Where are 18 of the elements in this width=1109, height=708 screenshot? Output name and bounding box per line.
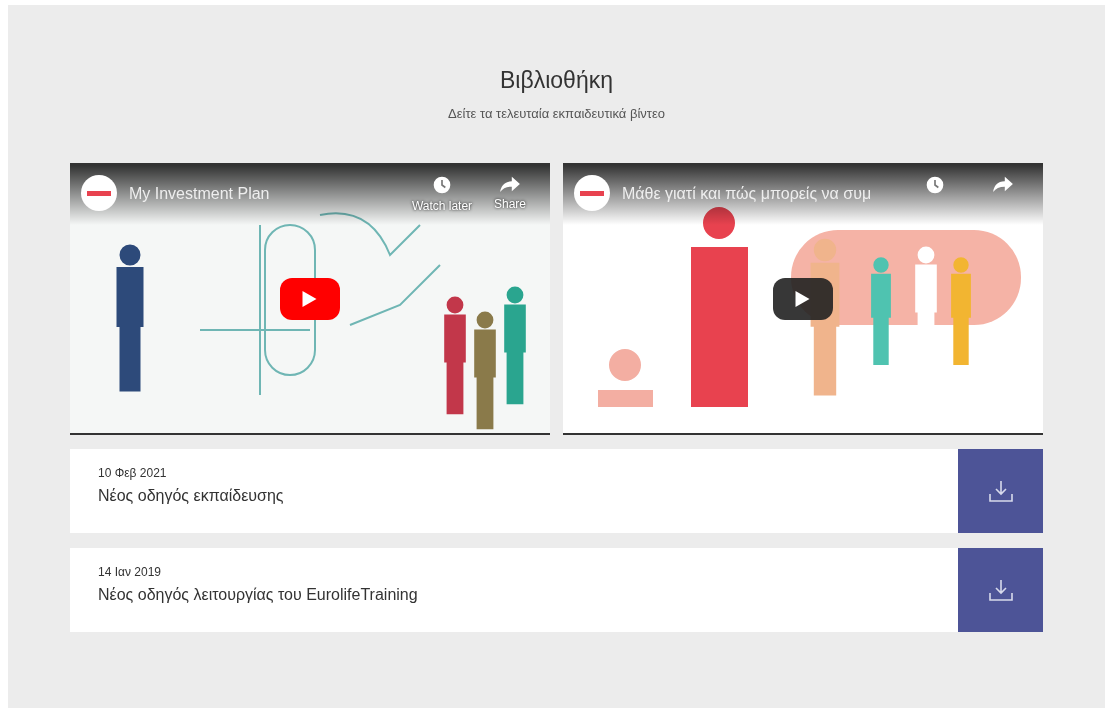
play-icon: [302, 290, 318, 308]
document-date: 10 Φεβ 2021: [98, 465, 168, 482]
document-title: Νέος οδηγός εκπαίδευσης: [98, 486, 285, 506]
watch-later-button[interactable]: Watch later: [414, 175, 470, 215]
page-title: Βιβλιοθήκη: [500, 66, 613, 95]
share-icon: [992, 175, 1014, 193]
video-title[interactable]: Μάθε γιατί και πώς μπορείς να συμ: [622, 182, 895, 206]
download-icon: [987, 578, 1014, 602]
document-title: Νέος οδηγός λειτουργίας του EurolifeTraining: [98, 585, 419, 605]
page-subtitle: Δείτε τα τελευταία εκπαιδευτικά βίντεο: [448, 104, 665, 123]
clock-icon: [925, 175, 945, 195]
video-title[interactable]: My Investment Plan: [129, 182, 402, 206]
share-icon: [499, 175, 521, 193]
play-button[interactable]: [773, 278, 833, 320]
download-icon: [987, 479, 1014, 503]
share-button[interactable]: Share: [482, 175, 538, 213]
document-date: 14 Ιαν 2019: [98, 564, 162, 581]
clock-icon: [432, 175, 452, 195]
